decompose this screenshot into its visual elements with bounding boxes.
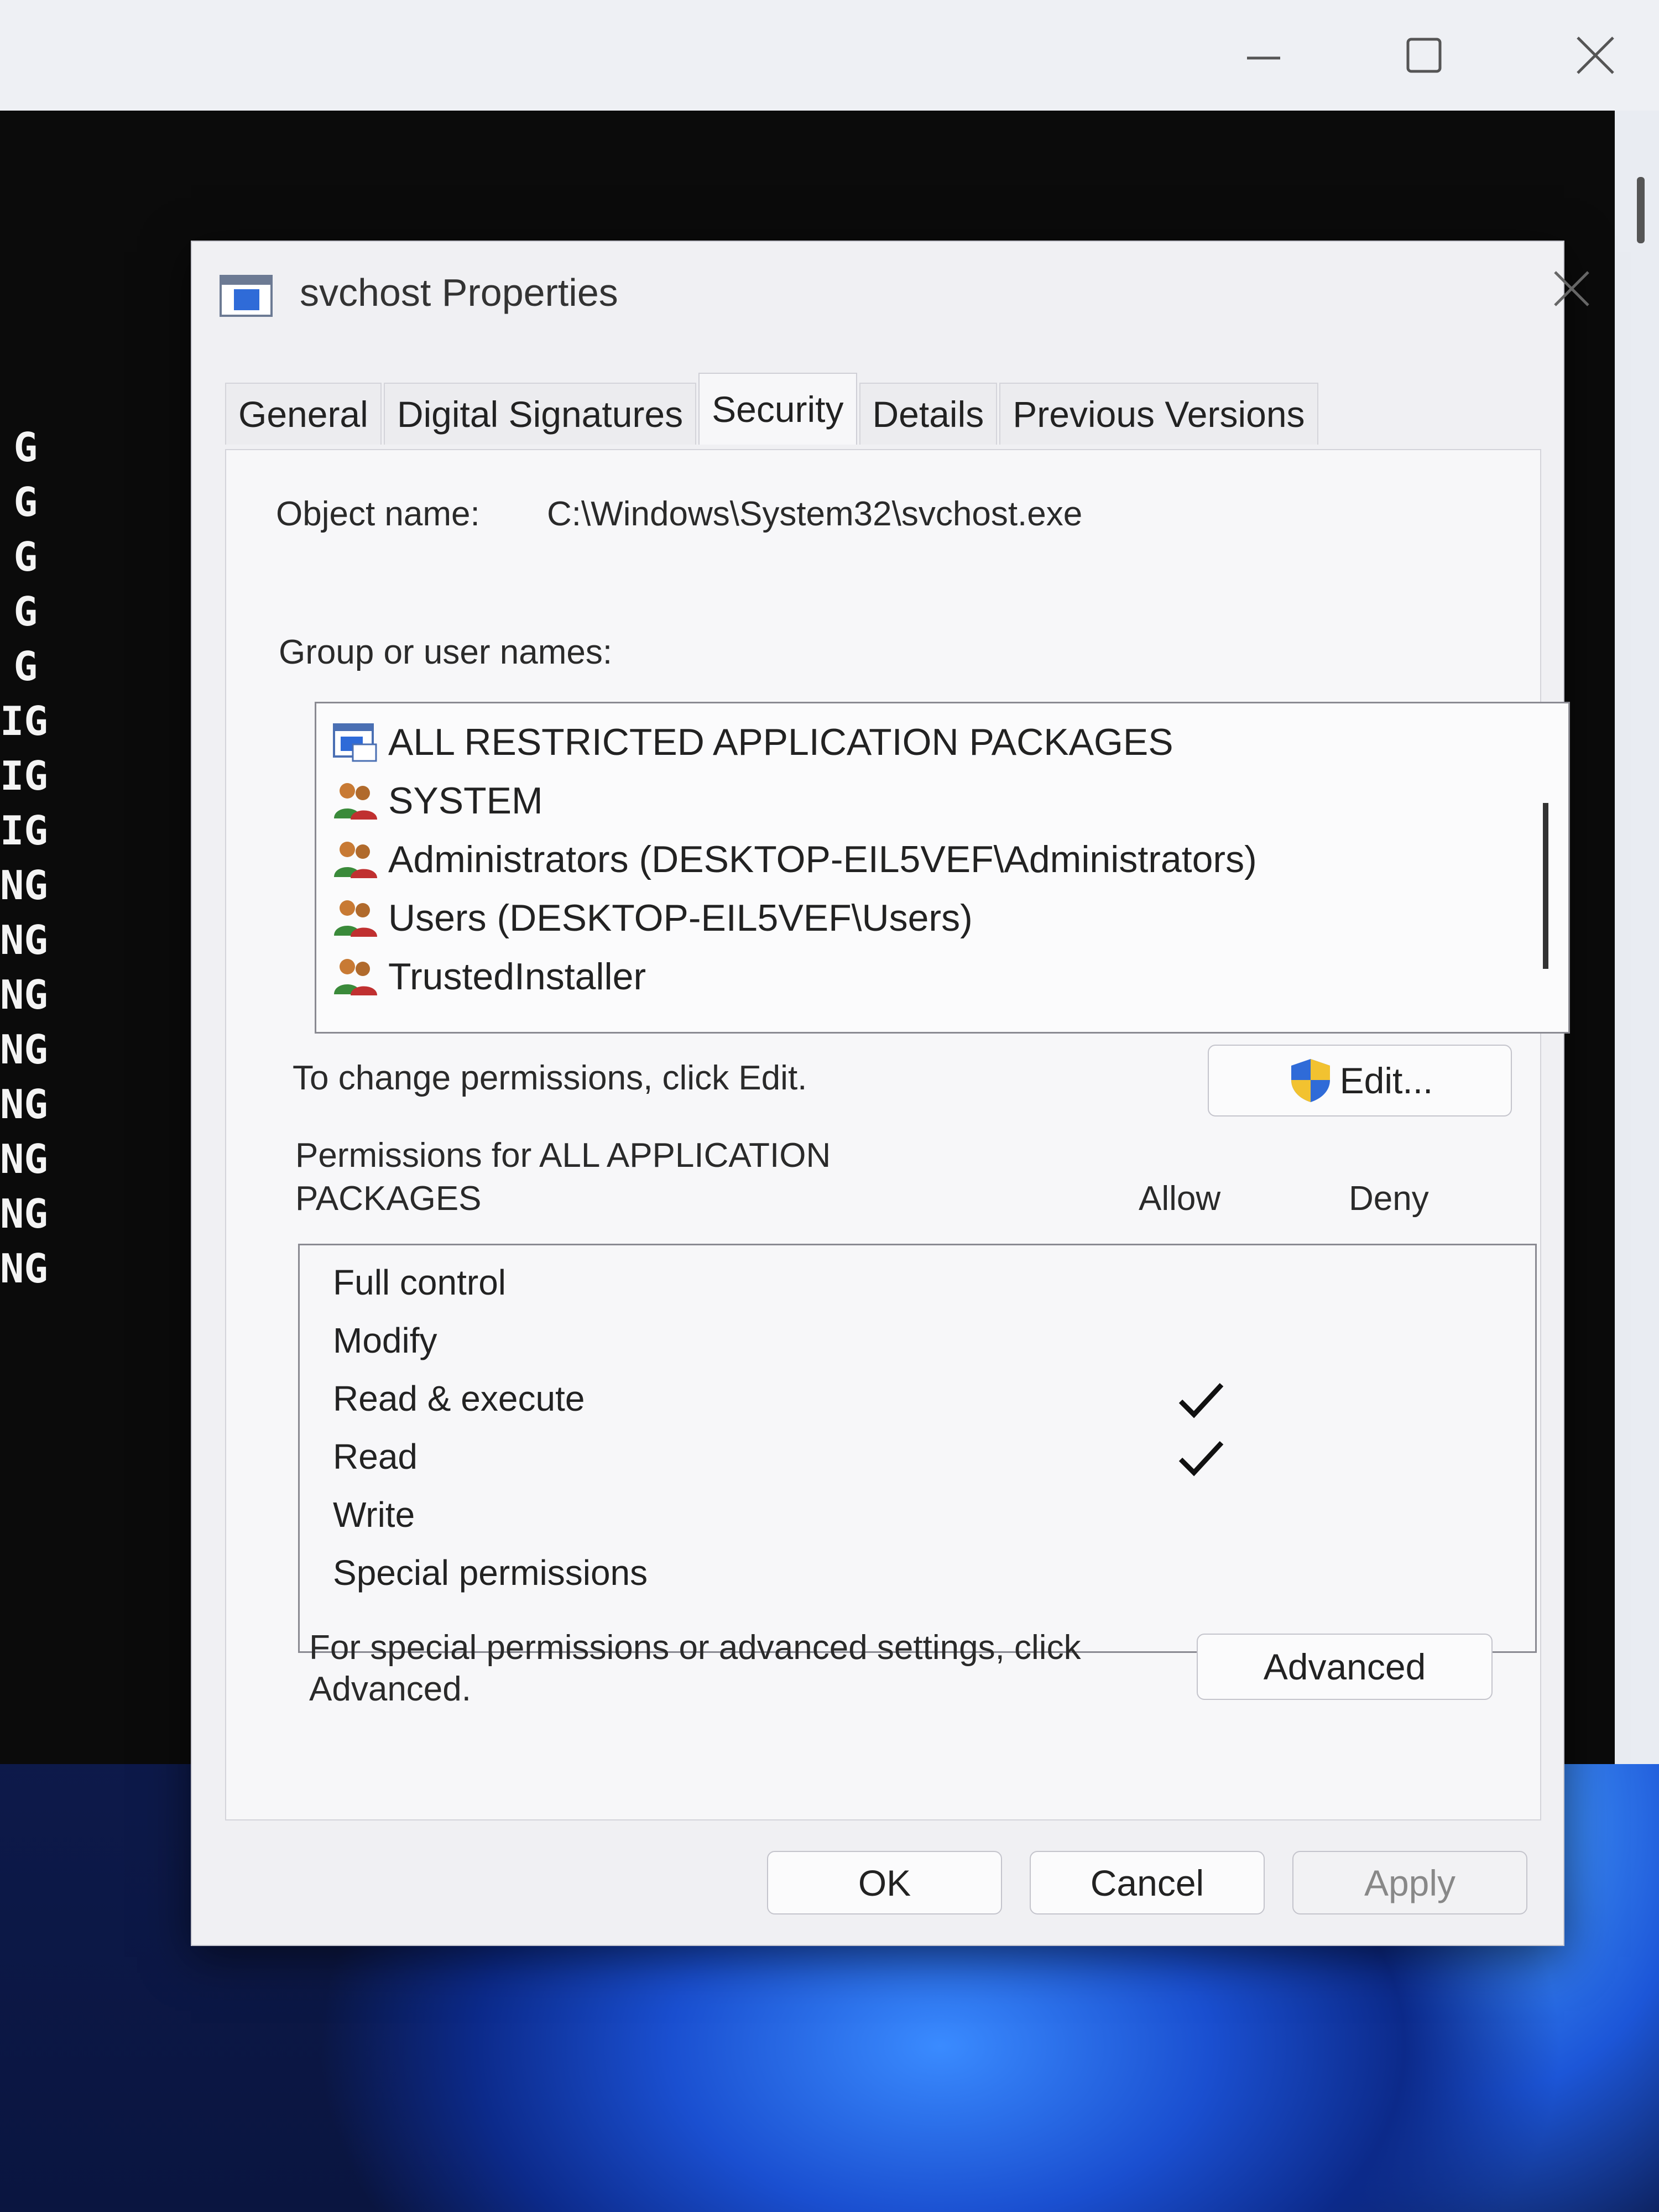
close-icon <box>1577 36 1614 74</box>
ok-button[interactable]: OK <box>767 1851 1002 1914</box>
permissions-for-label-line2: PACKAGES <box>295 1180 482 1218</box>
close-icon <box>1554 271 1589 306</box>
group-name: Administrators (DESKTOP-EIL5VEF\Administ… <box>388 838 1257 880</box>
allow-checkmark-icon <box>1168 1547 1234 1602</box>
deny-checkmark-icon <box>1373 1373 1439 1428</box>
cancel-button[interactable]: Cancel <box>1030 1851 1265 1914</box>
deny-checkmark-icon <box>1373 1256 1439 1312</box>
allow-checkmark-icon <box>1168 1431 1234 1486</box>
group-name: Users (DESKTOP-EIL5VEF\Users) <box>388 897 973 939</box>
deny-checkmark-icon <box>1373 1314 1439 1370</box>
dialog-close-button[interactable] <box>1541 258 1602 319</box>
users-group-icon <box>327 776 383 826</box>
tab-details[interactable]: Details <box>859 383 998 445</box>
group-user-list[interactable]: ALL RESTRICTED APPLICATION PACKAGES SYSTE… <box>315 702 1570 1034</box>
deny-checkmark-icon <box>1373 1431 1439 1486</box>
group-list-item[interactable]: Users (DESKTOP-EIL5VEF\Users) <box>327 890 973 946</box>
console-line: NG <box>0 1245 48 1292</box>
advanced-hint-line2: Advanced. <box>309 1670 471 1708</box>
group-names-label: Group or user names: <box>279 633 613 671</box>
permission-row: Modify <box>333 1314 1494 1370</box>
allow-checkmark-icon <box>1168 1314 1234 1370</box>
group-name: SYSTEM <box>388 780 543 822</box>
permission-name: Read & execute <box>333 1379 585 1418</box>
console-line: NG <box>0 862 48 909</box>
advanced-hint-line1: For special permissions or advanced sett… <box>309 1629 1081 1667</box>
group-list-item[interactable]: TrustedInstaller <box>327 949 646 1004</box>
console-output: G G G G G IG IG IG NG NG NG NG NG NG NG NG <box>0 420 48 1296</box>
security-tab-panel: Object name: C:\Windows\System32\svchost… <box>225 449 1570 1820</box>
group-list-scrollbar[interactable] <box>1543 803 1548 969</box>
console-line: NG <box>0 1081 48 1128</box>
allow-checkmark-icon <box>1168 1373 1234 1428</box>
console-line: G <box>13 479 38 525</box>
tab-security[interactable]: Security <box>698 373 857 445</box>
group-list-item[interactable]: ALL RESTRICTED APPLICATION PACKAGES <box>327 714 1173 770</box>
file-properties-icon <box>220 275 273 317</box>
console-line: NG <box>0 917 48 963</box>
tab-previous-versions[interactable]: Previous Versions <box>999 383 1318 445</box>
console-line: NG <box>0 1191 48 1237</box>
object-name-label: Object name: <box>276 495 480 533</box>
edit-button[interactable]: Edit... <box>1208 1045 1512 1117</box>
permission-name: Full control <box>333 1262 506 1302</box>
permission-name: Special permissions <box>333 1553 648 1593</box>
permission-row: Full control <box>333 1256 1494 1312</box>
permission-row: Write <box>333 1489 1494 1544</box>
console-line: IG <box>0 698 48 744</box>
allow-checkmark-icon <box>1168 1489 1234 1544</box>
deny-column-header: Deny <box>1349 1180 1429 1218</box>
properties-dialog: svchost Properties General Digital Signa… <box>191 241 1589 1946</box>
console-line: IG <box>0 807 48 854</box>
permission-row: Read & execute <box>333 1373 1494 1428</box>
group-list-item[interactable]: SYSTEM <box>327 773 543 828</box>
advanced-button[interactable]: Advanced <box>1197 1634 1493 1700</box>
minimize-button[interactable] <box>1228 22 1300 88</box>
uac-shield-icon <box>1291 1059 1330 1102</box>
users-group-icon <box>327 834 383 884</box>
console-line: G <box>13 588 38 635</box>
permissions-list: Full control Modify Read & execute Read Writ… <box>298 1244 1537 1653</box>
permission-row: Special permissions <box>333 1547 1494 1602</box>
console-scrollbar[interactable] <box>1637 177 1645 243</box>
deny-checkmark-icon <box>1373 1489 1439 1544</box>
maximize-icon <box>1406 38 1442 73</box>
console-line: NG <box>0 1026 48 1073</box>
console-line: NG <box>0 972 48 1018</box>
change-permissions-hint: To change permissions, click Edit. <box>293 1059 807 1097</box>
minimize-icon <box>1247 56 1280 60</box>
allow-checkmark-icon <box>1168 1256 1234 1312</box>
maximize-button[interactable] <box>1388 22 1460 88</box>
apply-button[interactable]: Apply <box>1292 1851 1527 1914</box>
allow-column-header: Allow <box>1139 1180 1221 1218</box>
users-group-icon <box>327 952 383 1001</box>
console-line: G <box>13 424 38 471</box>
object-name-value: C:\Windows\System32\svchost.exe <box>547 495 1083 533</box>
group-list-item[interactable]: Administrators (DESKTOP-EIL5VEF\Administ… <box>327 832 1257 887</box>
permission-name: Read <box>333 1437 418 1477</box>
permission-name: Modify <box>333 1321 437 1360</box>
permissions-for-label-line1: Permissions for ALL APPLICATION <box>295 1136 831 1175</box>
console-line: NG <box>0 1136 48 1182</box>
app-packages-icon <box>327 717 383 767</box>
tab-digital-signatures[interactable]: Digital Signatures <box>383 383 697 445</box>
console-line: IG <box>0 753 48 799</box>
users-group-icon <box>327 893 383 943</box>
tab-bar: General Digital Signatures Security Deta… <box>225 373 1321 449</box>
tab-general[interactable]: General <box>225 383 382 445</box>
group-name: TrustedInstaller <box>388 956 646 998</box>
edit-button-label: Edit... <box>1339 1060 1433 1101</box>
background-window-titlebar <box>0 0 1659 111</box>
console-line: G <box>13 534 38 580</box>
permission-name: Write <box>333 1495 415 1535</box>
permission-row: Read <box>333 1431 1494 1486</box>
group-name: ALL RESTRICTED APPLICATION PACKAGES <box>388 721 1173 763</box>
dialog-title: svchost Properties <box>300 271 618 314</box>
background-close-button[interactable] <box>1559 22 1631 88</box>
deny-checkmark-icon <box>1373 1547 1439 1602</box>
console-line: G <box>13 643 38 690</box>
